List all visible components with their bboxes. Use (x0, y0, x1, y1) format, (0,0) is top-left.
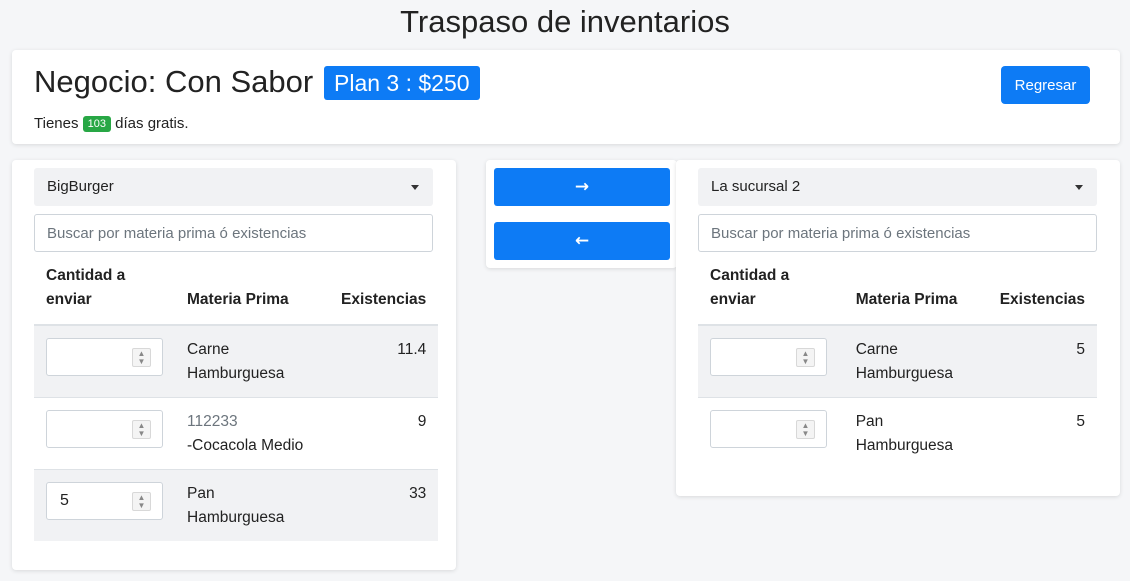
stock-value: 9 (329, 397, 439, 470)
target-branch-panel: La sucursal 2 Cantidad a enviar Materia … (676, 160, 1120, 496)
table-row: ▲ ▼ Carne Hamburguesa 11.4 (34, 324, 439, 398)
spinner-arrows-icon[interactable]: ▲ ▼ (132, 420, 151, 439)
arrow-left-icon: ← (574, 231, 590, 251)
item-name: Pan Hamburguesa (187, 485, 285, 526)
quantity-stepper[interactable]: ▲ ▼ (710, 410, 827, 448)
qty-cell: ▲ ▼ (698, 397, 844, 469)
qty-cell: 5 ▲ ▼ (34, 469, 175, 541)
stock-value: 11.4 (329, 324, 439, 398)
quantity-stepper[interactable]: ▲ ▼ (46, 338, 163, 376)
table-row: 5 ▲ ▼ Pan Hamburguesa 33 (34, 469, 439, 541)
quantity-value: 5 (60, 492, 69, 509)
table-row: ▲ ▼ Pan Hamburguesa 5 (698, 397, 1097, 469)
quantity-stepper[interactable]: 5 ▲ ▼ (46, 482, 163, 520)
item-name: Carne Hamburguesa (855, 341, 954, 382)
column-header-item: Materia Prima (843, 264, 988, 326)
stock-value: 5 (987, 397, 1097, 469)
item-cell: Carne Hamburguesa (175, 324, 329, 398)
stock-value: 33 (329, 469, 439, 541)
target-branch-select[interactable]: La sucursal 2 (698, 168, 1097, 206)
free-days-suffix: días gratis. (115, 115, 189, 132)
free-days-badge: 103 (82, 116, 111, 132)
target-inventory-table: Cantidad a enviar Materia Prima Existenc… (698, 264, 1097, 469)
item-cell: Carne Hamburguesa (843, 324, 988, 398)
item-cell: Pan Hamburguesa (175, 469, 329, 541)
source-search-input[interactable] (34, 214, 433, 252)
plan-badge: Plan 3 : $250 (324, 66, 480, 100)
arrow-right-icon: → (574, 177, 590, 197)
caret-down-icon (1075, 185, 1083, 190)
qty-cell: ▲ ▼ (34, 324, 175, 398)
caret-down-icon (411, 185, 419, 190)
spinner-arrows-icon[interactable]: ▲ ▼ (796, 420, 815, 439)
business-name: Negocio: Con Sabor (34, 64, 314, 99)
column-header-stock: Existencias (329, 264, 439, 326)
item-cell: 112233 -Cocacola Medio (175, 397, 329, 470)
page-title: Traspaso de inventarios (400, 4, 730, 39)
item-name: Carne Hamburguesa (187, 341, 285, 382)
spinner-arrows-icon[interactable]: ▲ ▼ (132, 348, 151, 367)
transfer-controls: → ← (486, 160, 677, 268)
column-header-item: Materia Prima (175, 264, 329, 326)
item-name: -Cocacola Medio (187, 437, 304, 454)
column-header-qty: Cantidad a enviar (698, 264, 844, 326)
source-branch-panel: BigBurger Cantidad a enviar Materia Prim… (12, 160, 456, 570)
qty-cell: ▲ ▼ (698, 324, 844, 398)
transfer-left-button[interactable]: ← (494, 222, 670, 260)
source-branch-select[interactable]: BigBurger (34, 168, 433, 206)
spinner-arrows-icon[interactable]: ▲ ▼ (132, 492, 151, 511)
column-header-stock: Existencias (987, 264, 1097, 326)
stock-value: 5 (987, 324, 1097, 398)
quantity-stepper[interactable]: ▲ ▼ (710, 338, 827, 376)
back-button[interactable]: Regresar (1001, 66, 1090, 104)
item-code: 112233 (187, 413, 238, 430)
source-inventory-table: Cantidad a enviar Materia Prima Existenc… (34, 264, 439, 541)
target-branch-value: La sucursal 2 (711, 178, 801, 195)
table-row: ▲ ▼ Carne Hamburguesa 5 (698, 324, 1097, 398)
target-search-input[interactable] (698, 214, 1097, 252)
free-days-prefix: Tienes (34, 115, 79, 132)
spinner-arrows-icon[interactable]: ▲ ▼ (796, 348, 815, 367)
business-header: Negocio: Con Sabor Plan 3 : $250 Tienes … (12, 50, 1120, 144)
item-name: Pan Hamburguesa (855, 413, 954, 454)
item-cell: Pan Hamburguesa (843, 397, 988, 469)
quantity-stepper[interactable]: ▲ ▼ (46, 410, 163, 448)
column-header-qty: Cantidad a enviar (34, 264, 175, 326)
source-branch-value: BigBurger (47, 178, 114, 195)
free-days-line: Tienes 103 días gratis. (34, 114, 189, 134)
table-row: ▲ ▼ 112233 -Cocacola Medio 9 (34, 397, 439, 470)
transfer-right-button[interactable]: → (494, 168, 670, 206)
qty-cell: ▲ ▼ (34, 397, 175, 470)
